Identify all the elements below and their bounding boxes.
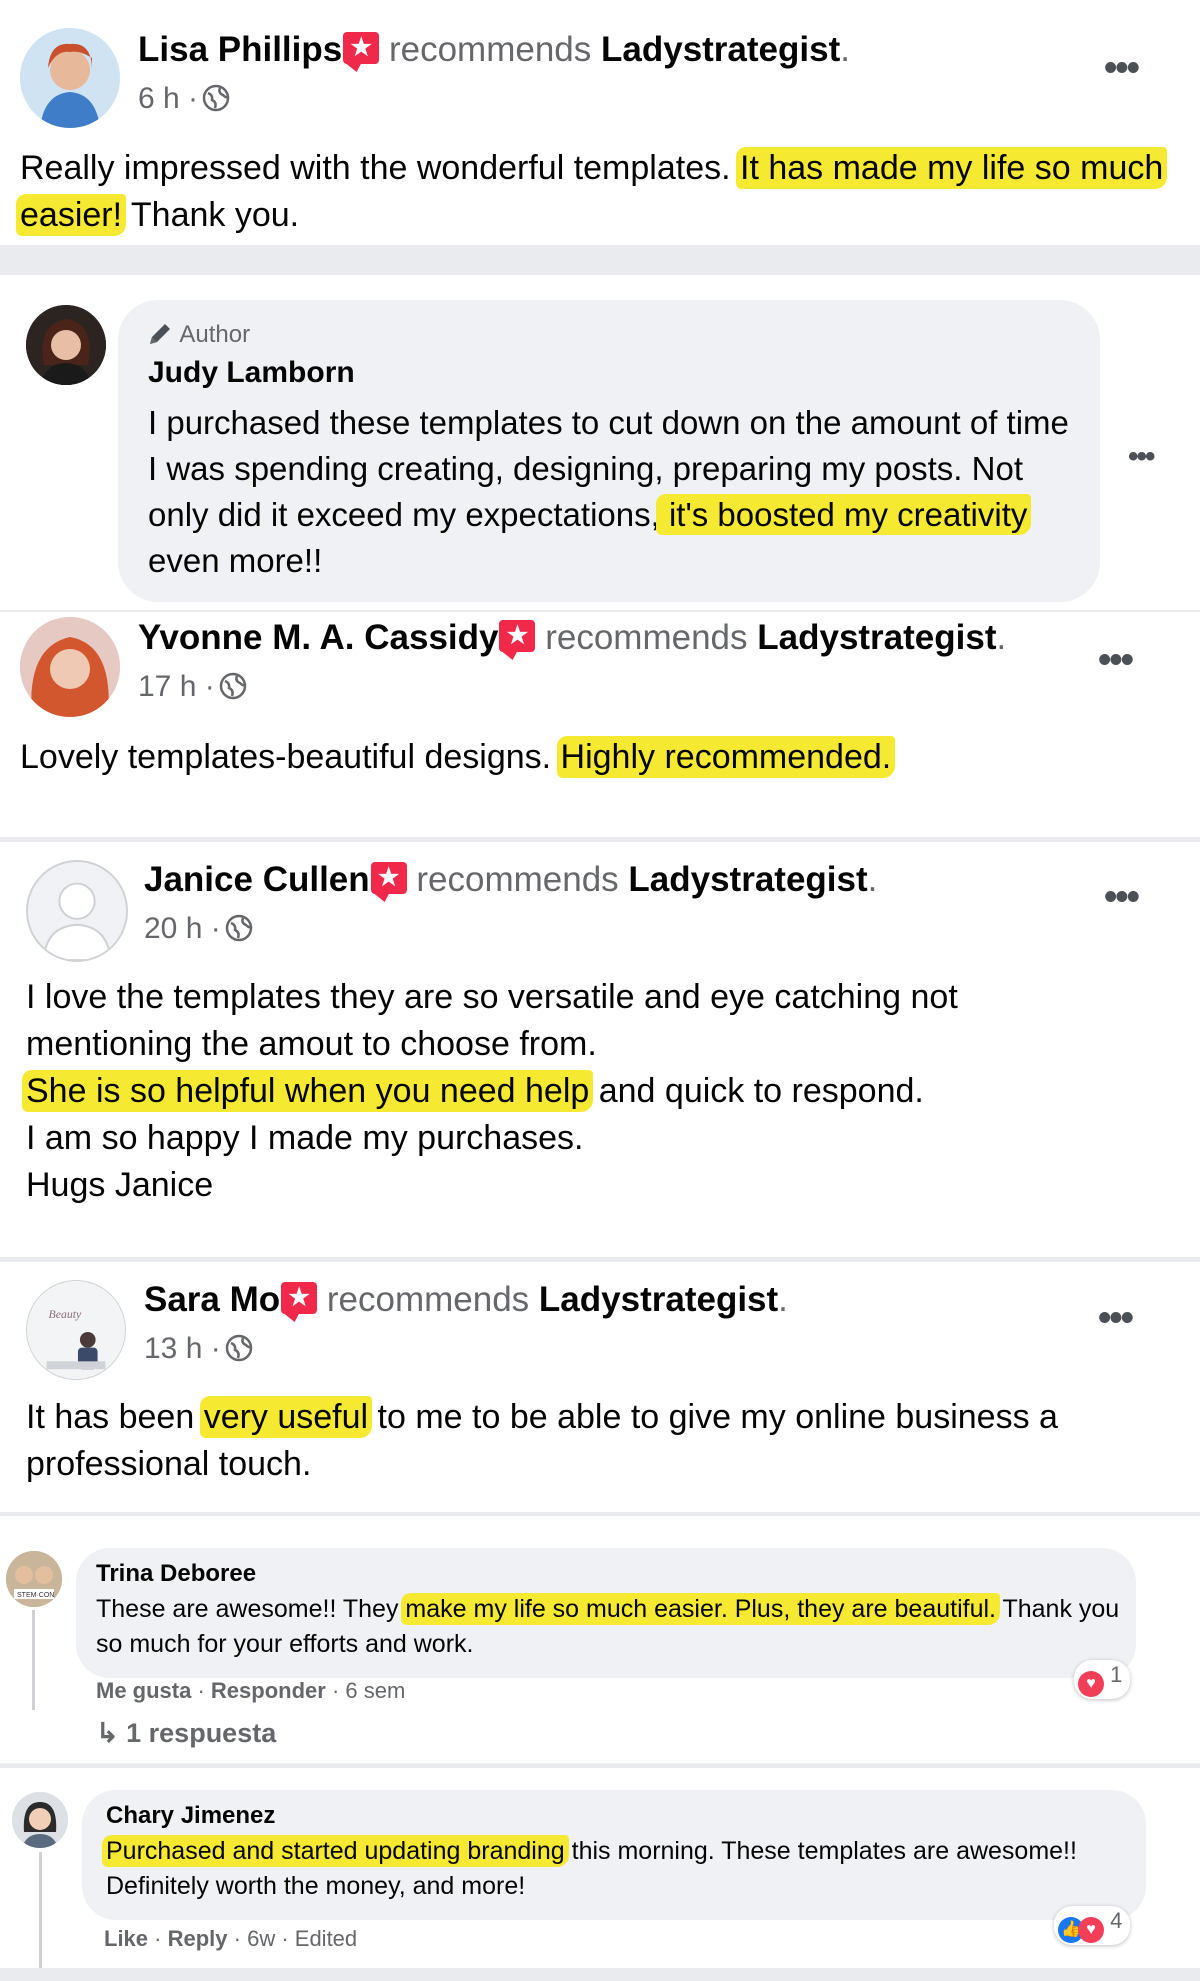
- author-name[interactable]: Lisa Phillips: [138, 30, 342, 69]
- comment-bubble: Author Judy Lamborn I purchased these te…: [118, 300, 1100, 602]
- comment-chary-jimenez: Chary Jimenez Purchased and started upda…: [0, 1768, 1200, 1968]
- recommends-label: recommends: [326, 1280, 530, 1319]
- post-text: It has been very useful to me to be able…: [26, 1396, 1058, 1483]
- recommends-label: recommends: [388, 30, 592, 69]
- like-button[interactable]: Me gusta: [96, 1678, 191, 1703]
- reaction-count[interactable]: ♥ 1: [1074, 1660, 1131, 1699]
- comment-bubble: Trina Deboree These are awesome!! They m…: [76, 1548, 1136, 1678]
- post-time[interactable]: 13 h ·: [144, 1332, 221, 1365]
- recommend-flag-icon: ★: [343, 32, 380, 64]
- edited-label: Edited: [294, 1926, 358, 1951]
- recommend-flag-icon: ★: [281, 1282, 318, 1314]
- comment-time[interactable]: 6 sem: [345, 1678, 405, 1703]
- svg-text:Beauty: Beauty: [49, 1308, 82, 1321]
- page-name[interactable]: Ladystrategist: [601, 30, 840, 69]
- globe-icon: [224, 1333, 254, 1363]
- more-options-icon[interactable]: •••: [1098, 641, 1134, 679]
- comment-text: Purchased and started updating branding …: [102, 1834, 1126, 1904]
- recommends-label: recommends: [545, 618, 748, 657]
- comment-author-name[interactable]: Trina Deboree: [96, 1560, 256, 1588]
- comment-trina-deboree: STEM·CON Trina Deboree These are awesome…: [0, 1516, 1200, 1763]
- comment-author-name[interactable]: Judy Lamborn: [148, 356, 355, 390]
- highlighted-text: very useful: [199, 1396, 373, 1438]
- post-time[interactable]: 17 h ·: [138, 670, 215, 703]
- highlighted-text: it's boosted my creativity: [655, 494, 1032, 535]
- highlighted-text: She is so helpful when you need help: [22, 1070, 594, 1112]
- recommend-flag-icon: ★: [499, 620, 536, 652]
- avatar[interactable]: Beauty: [26, 1280, 126, 1380]
- more-options-icon[interactable]: •••: [1128, 442, 1155, 472]
- post-author-line: Lisa Phillips ★ recommends Ladystrategist…: [138, 30, 850, 69]
- post-text: Lovely templates-beautiful designs. High…: [20, 734, 1180, 781]
- comment-text: These are awesome!! They make my life so…: [96, 1593, 1120, 1658]
- thread-line: [32, 1610, 35, 1710]
- reaction-count[interactable]: 👍 ♥ 4: [1054, 1906, 1131, 1945]
- avatar[interactable]: [20, 28, 120, 128]
- svg-text:STEM·CON: STEM·CON: [17, 1592, 54, 1599]
- highlighted-text: make my life so much easier. Plus, they …: [401, 1593, 1000, 1625]
- post-lisa-phillips: Lisa Phillips ★ recommends Ladystrategist…: [0, 0, 1200, 245]
- author-badge: Author: [146, 320, 250, 349]
- pencil-icon: [150, 324, 170, 344]
- post-author-line: Sara Mo ★ recommends Ladystrategist.: [144, 1280, 788, 1319]
- thread-line: [39, 1852, 42, 1968]
- comment-actions: Like · Reply · 6w · Edited: [104, 1926, 358, 1951]
- post-meta: 17 h ·: [138, 670, 248, 704]
- reply-arrow-icon: ↳: [96, 1718, 119, 1748]
- avatar[interactable]: [12, 1792, 68, 1848]
- page-name[interactable]: Ladystrategist: [539, 1280, 778, 1319]
- post-meta: 20 h ·: [144, 912, 254, 946]
- avatar[interactable]: [26, 860, 128, 962]
- recommend-flag-icon: ★: [370, 862, 407, 894]
- heart-reaction-icon: ♥: [1078, 1917, 1104, 1943]
- post-author-line: Janice Cullen ★ recommends Ladystrategist…: [144, 860, 878, 899]
- comment-actions: Me gusta · Responder · 6 sem: [96, 1678, 406, 1703]
- post-yvonne-cassidy: Yvonne M. A. Cassidy ★ recommends Ladystr…: [0, 612, 1200, 837]
- post-meta: 13 h ·: [144, 1332, 254, 1366]
- recommends-label: recommends: [416, 860, 619, 899]
- highlighted-text: Purchased and started updating branding: [102, 1835, 569, 1867]
- post-sara-mo: Beauty Sara Mo ★ recommends Ladystrategis…: [0, 1262, 1200, 1512]
- comment-time[interactable]: 6w: [247, 1926, 275, 1951]
- post-meta: 6 h ·: [138, 82, 231, 116]
- author-name[interactable]: Janice Cullen: [144, 860, 370, 899]
- more-options-icon[interactable]: •••: [1098, 1299, 1134, 1337]
- comment-text: I purchased these templates to cut down …: [148, 404, 1069, 579]
- comment-author-name[interactable]: Chary Jimenez: [106, 1802, 275, 1830]
- author-name[interactable]: Sara Mo: [144, 1280, 280, 1319]
- avatar[interactable]: [26, 305, 106, 385]
- globe-icon: [224, 913, 254, 943]
- author-name[interactable]: Yvonne M. A. Cassidy: [138, 618, 498, 657]
- post-janice-cullen: Janice Cullen ★ recommends Ladystrategist…: [0, 842, 1200, 1257]
- author-reply-section: Author Judy Lamborn I purchased these te…: [0, 275, 1200, 610]
- post-author-line: Yvonne M. A. Cassidy ★ recommends Ladystr…: [138, 618, 1007, 657]
- page-name[interactable]: Ladystrategist: [757, 618, 996, 657]
- avatar[interactable]: STEM·CON: [6, 1551, 62, 1607]
- globe-icon: [201, 83, 231, 113]
- more-options-icon[interactable]: •••: [1104, 49, 1140, 87]
- highlighted-text: Highly recommended.: [556, 736, 896, 778]
- heart-reaction-icon: ♥: [1078, 1671, 1104, 1697]
- more-options-icon[interactable]: •••: [1104, 878, 1140, 916]
- view-replies-link[interactable]: ↳ 1 respuesta: [96, 1718, 276, 1749]
- post-text: Really impressed with the wonderful temp…: [16, 145, 1180, 239]
- avatar[interactable]: [20, 617, 120, 717]
- like-button[interactable]: Like: [104, 1926, 148, 1951]
- post-time[interactable]: 20 h ·: [144, 912, 221, 945]
- post-text: I love the templates they are so versati…: [22, 974, 1176, 1209]
- globe-icon: [218, 671, 248, 701]
- reply-button[interactable]: Responder: [211, 1678, 326, 1703]
- comment-bubble: Chary Jimenez Purchased and started upda…: [82, 1790, 1146, 1920]
- page-name[interactable]: Ladystrategist: [628, 860, 867, 899]
- reply-button[interactable]: Reply: [168, 1926, 228, 1951]
- post-time[interactable]: 6 h ·: [138, 82, 198, 115]
